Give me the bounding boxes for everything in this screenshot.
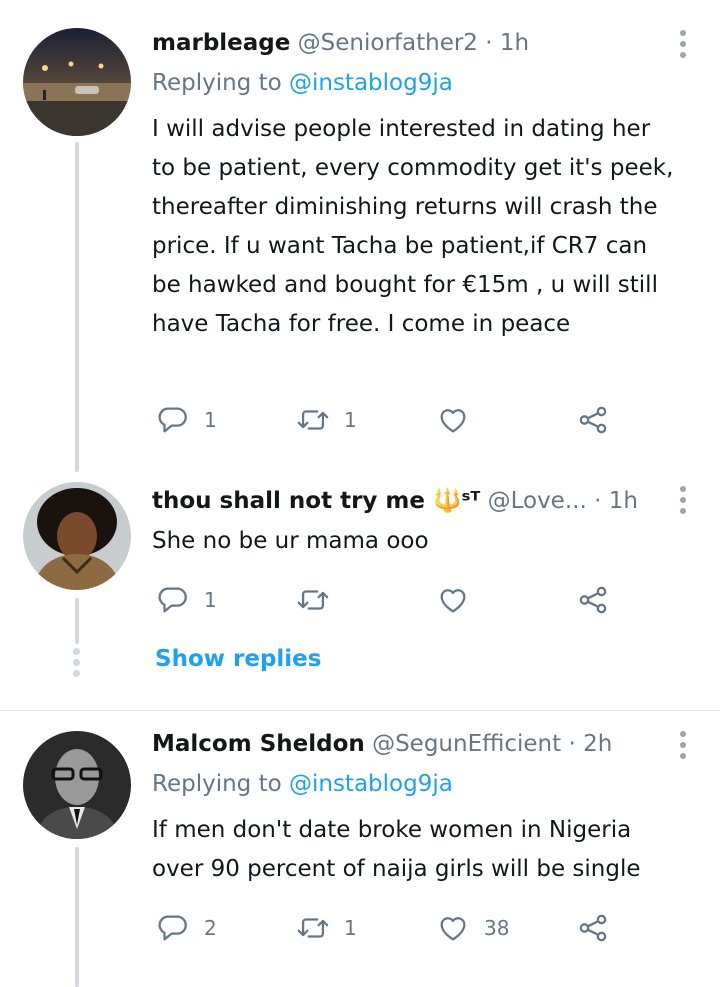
tweet-header: Malcom Sheldon @SegunEfficient · 2h (152, 729, 664, 759)
thread-line (75, 142, 79, 472)
share-button[interactable] (576, 908, 610, 948)
retweet-button[interactable] (296, 580, 344, 620)
reply-icon (158, 587, 187, 613)
like-icon (440, 409, 466, 433)
like-button[interactable] (436, 400, 484, 440)
tweet-header: marbleage @Seniorfather2 · 1h (152, 28, 664, 58)
separator-dot: · (568, 731, 576, 757)
timestamp[interactable]: 1h (500, 30, 529, 56)
reply-button[interactable]: 2 (156, 908, 217, 948)
tweet-text: If men don't date broke women in Nigeria… (152, 817, 641, 882)
retweet-button[interactable]: 1 (296, 908, 357, 948)
thread-line (75, 847, 79, 987)
reply-count: 2 (204, 916, 217, 940)
replying-label: Replying to (152, 70, 282, 96)
separator-dot: · (594, 488, 602, 514)
tweet-malcom-sheldon[interactable]: Malcom Sheldon @SegunEfficient · 2h Repl… (0, 711, 720, 987)
avatar[interactable] (23, 482, 131, 590)
action-bar: 2 1 38 (152, 908, 622, 948)
thread-dots (73, 648, 81, 681)
share-button[interactable] (576, 580, 610, 620)
avatar[interactable] (23, 731, 131, 839)
retweet-count: 1 (344, 408, 357, 432)
retweet-icon (297, 918, 329, 938)
retweet-count: 1 (344, 916, 357, 940)
display-name[interactable]: marbleage (152, 30, 290, 56)
more-icon[interactable] (676, 486, 690, 522)
tweet-text: I will advise people interested in datin… (152, 116, 674, 337)
user-handle[interactable]: @SegunEfficient (372, 731, 561, 757)
display-name[interactable]: thou shall not try me 🔱ˢᵀ (152, 488, 480, 514)
retweet-button[interactable]: 1 (296, 400, 357, 440)
replying-to: Replying to @instablog9ja (152, 769, 453, 799)
display-name[interactable]: Malcom Sheldon (152, 731, 365, 757)
user-handle[interactable]: @Seniorfather2 (298, 30, 478, 56)
reply-icon (158, 407, 187, 433)
tweet-text: She no be ur mama ooo (152, 528, 429, 554)
like-icon (440, 589, 466, 613)
tweet-marbleage[interactable]: marbleage @Seniorfather2 · 1h Replying t… (0, 0, 720, 472)
like-button[interactable] (436, 580, 484, 620)
more-icon[interactable] (676, 30, 690, 66)
replying-label: Replying to (152, 771, 282, 797)
tweet-header: thou shall not try me 🔱ˢᵀ @Love... · 1h (152, 486, 664, 516)
thread-line (75, 598, 79, 644)
more-icon[interactable] (676, 731, 690, 767)
share-icon (579, 406, 607, 434)
retweet-icon (297, 590, 329, 610)
like-count: 38 (484, 916, 510, 940)
reply-button[interactable]: 1 (156, 400, 217, 440)
like-button[interactable]: 38 (436, 908, 509, 948)
action-bar: 1 (152, 580, 622, 620)
share-icon (579, 914, 607, 942)
share-icon (579, 586, 607, 614)
replying-to-link[interactable]: @instablog9ja (289, 771, 453, 797)
timestamp[interactable]: 2h (583, 731, 612, 757)
avatar[interactable] (23, 28, 131, 136)
reply-count: 1 (204, 588, 217, 612)
user-handle[interactable]: @Love... (488, 488, 587, 514)
replying-to-link[interactable]: @instablog9ja (289, 70, 453, 96)
like-icon (440, 917, 466, 941)
reply-icon (158, 915, 187, 941)
show-replies-link[interactable]: Show replies (155, 646, 321, 672)
reply-button[interactable]: 1 (156, 580, 217, 620)
retweet-icon (297, 410, 329, 430)
share-button[interactable] (576, 400, 610, 440)
reply-count: 1 (204, 408, 217, 432)
timestamp[interactable]: 1h (609, 488, 638, 514)
action-bar: 1 1 (152, 400, 622, 440)
tweet-reply[interactable]: thou shall not try me 🔱ˢᵀ @Love... · 1h … (0, 470, 720, 710)
replying-to: Replying to @instablog9ja (152, 68, 453, 98)
separator-dot: · (485, 30, 493, 56)
